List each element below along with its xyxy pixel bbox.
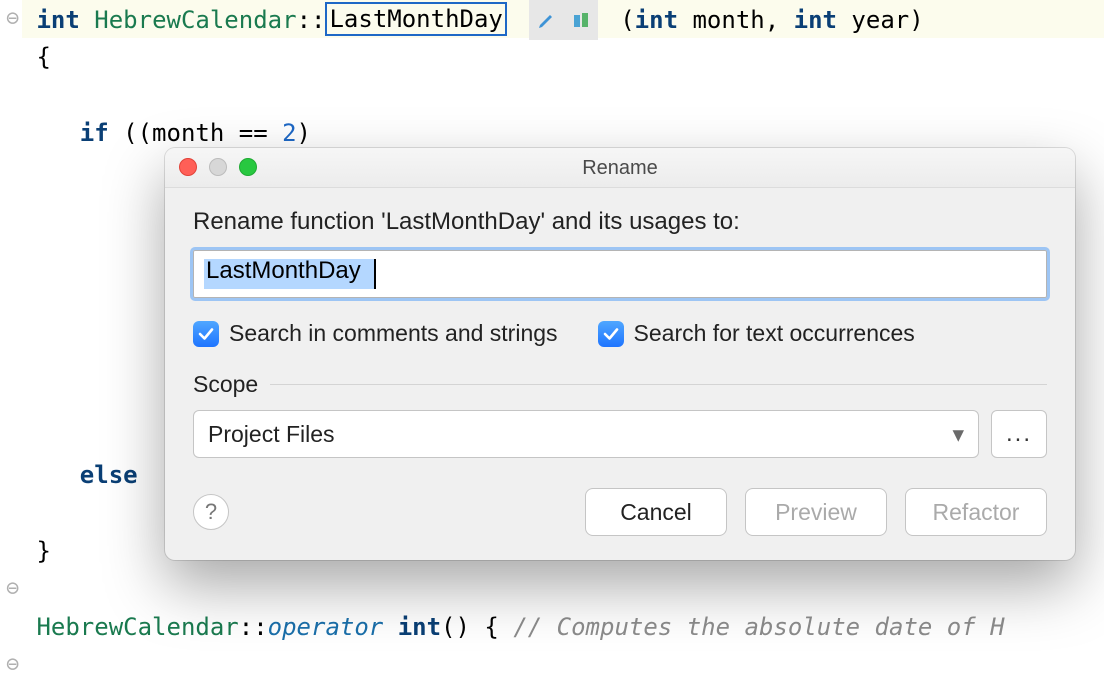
code-line[interactable]: if ((month == 2) [22,114,1104,152]
scope-value: Project Files [208,421,335,448]
pencil-icon [537,10,557,30]
code-line[interactable] [22,76,1104,114]
class-name: HebrewCalendar [94,6,296,34]
code-line[interactable] [22,570,1104,608]
fold-marker-icon[interactable]: ⊖ [6,0,19,38]
refactor-button[interactable]: Refactor [905,488,1047,536]
fold-marker-icon[interactable]: ⊖ [6,570,19,608]
new-name-field[interactable]: LastMonthDay [193,250,1047,298]
rename-target[interactable]: LastMonthDay [325,2,506,36]
editor-gutter: ⊖ ⊖ ⊖ [0,0,22,687]
fold-marker-icon[interactable]: ⊖ [6,646,19,684]
dialog-title: Rename [582,157,658,179]
scope-select[interactable]: Project Files ▾ [193,410,979,458]
preview-button[interactable]: Preview [745,488,887,536]
new-name-input[interactable] [193,250,1047,298]
minimize-icon[interactable] [209,158,227,176]
search-comments-checkbox[interactable]: Search in comments and strings [193,320,558,347]
checkbox-checked-icon [193,321,219,347]
window-controls [179,158,257,176]
chevron-down-icon: ▾ [952,421,964,448]
implementation-icon [572,11,590,29]
dialog-prompt: Rename function 'LastMonthDay' and its u… [193,208,1047,236]
checkbox-label: Search in comments and strings [229,320,558,347]
help-button[interactable]: ? [193,494,229,530]
code-line[interactable]: HebrewCalendar::operator int() { // Comp… [22,608,1104,646]
search-text-occurrences-checkbox[interactable]: Search for text occurrences [598,320,915,347]
rename-dialog: Rename Rename function 'LastMonthDay' an… [165,148,1075,560]
keyword-int: int [36,6,79,34]
gutter-action-icons[interactable] [529,0,597,40]
scope-label: Scope [193,371,258,398]
scope-more-button[interactable]: ... [991,410,1047,458]
checkbox-label: Search for text occurrences [634,320,915,347]
cancel-button[interactable]: Cancel [585,488,727,536]
checkbox-checked-icon [598,321,624,347]
text-caret [374,259,376,289]
dialog-titlebar[interactable]: Rename [165,148,1075,188]
code-line[interactable]: int HebrewCalendar::LastMonthDay (int mo… [22,0,1104,38]
close-icon[interactable] [179,158,197,176]
code-line[interactable]: { [22,38,1104,76]
divider [270,384,1047,385]
maximize-icon[interactable] [239,158,257,176]
